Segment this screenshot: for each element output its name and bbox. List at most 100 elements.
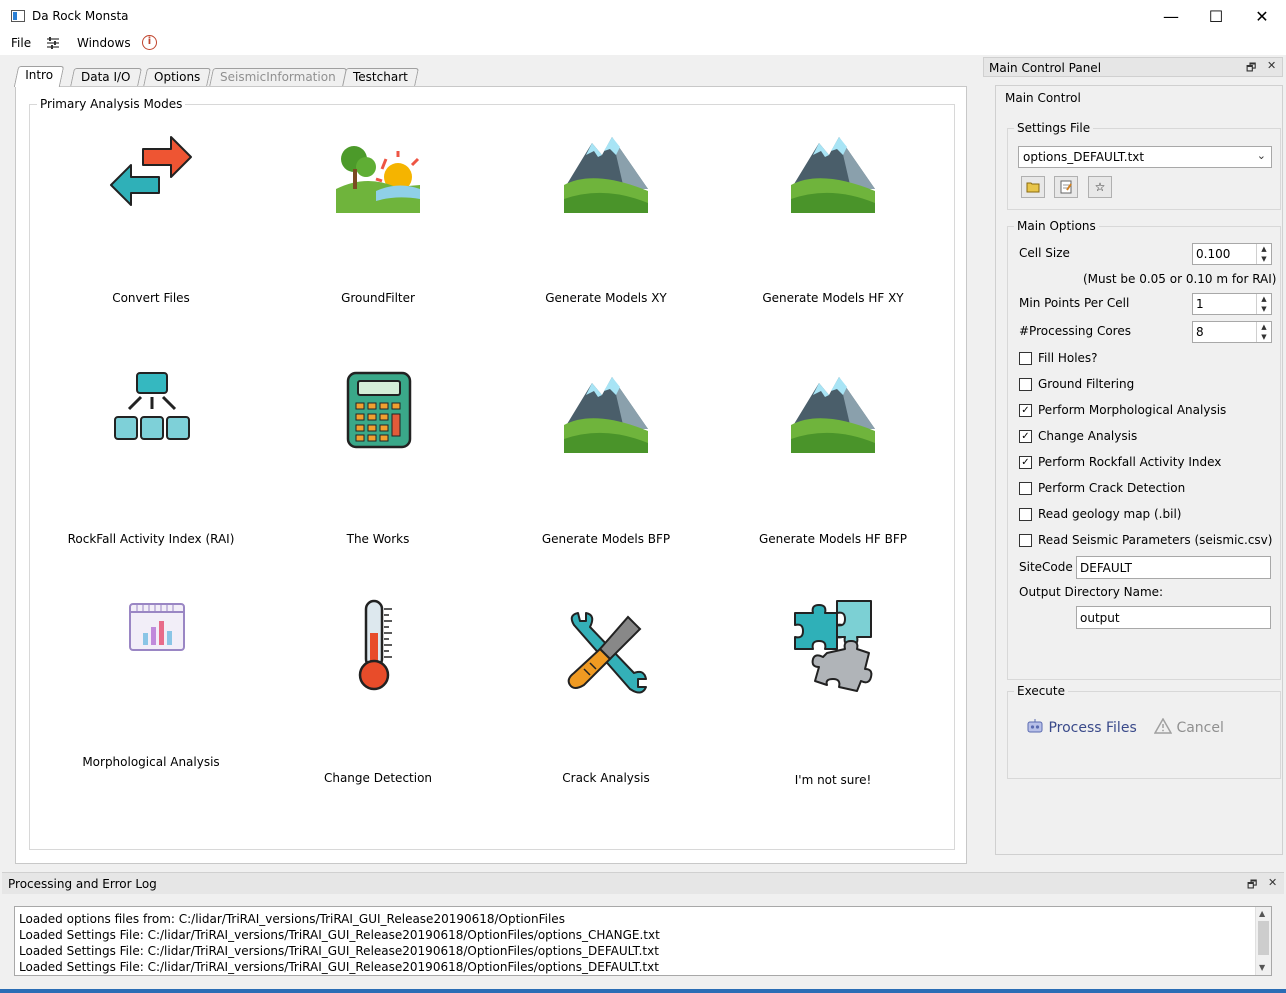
- checkbox-box[interactable]: [1019, 482, 1032, 495]
- groundfilter-tile[interactable]: GroundFilter: [278, 129, 478, 305]
- favorite-button[interactable]: ☆: [1088, 176, 1112, 198]
- output-dir-field[interactable]: [1076, 606, 1271, 629]
- tab-options[interactable]: Options: [142, 68, 212, 87]
- not-sure-tile[interactable]: I'm not sure!: [733, 600, 933, 787]
- chart-icon: [129, 603, 185, 651]
- window-title: Da Rock Monsta: [32, 9, 129, 23]
- sitecode-input[interactable]: [1077, 557, 1270, 578]
- close-button[interactable]: ✕: [1239, 0, 1285, 33]
- log-line: Loaded Settings File: C:/lidar/TriRAI_ve…: [19, 960, 659, 974]
- rai-tile[interactable]: RockFall Activity Index (RAI): [51, 369, 251, 546]
- checkbox-box[interactable]: [1019, 508, 1032, 521]
- process-files-button[interactable]: Process Files: [1026, 718, 1137, 736]
- sitecode-field[interactable]: [1076, 556, 1271, 579]
- open-folder-button[interactable]: [1021, 176, 1045, 198]
- minimize-button[interactable]: —: [1148, 0, 1194, 33]
- dock-close-icon[interactable]: ✕: [1267, 59, 1276, 72]
- change-detection-label: Change Detection: [323, 771, 433, 785]
- generate-models-bfp-label: Generate Models BFP: [541, 532, 671, 546]
- sliders-icon[interactable]: [46, 36, 60, 50]
- convert-files-tile[interactable]: Convert Files: [51, 129, 251, 305]
- chevron-down-icon: ⌄: [1256, 149, 1266, 162]
- float-icon[interactable]: 🗗: [1247, 876, 1257, 895]
- the-works-label: The Works: [346, 532, 410, 546]
- calculator-icon: [346, 371, 412, 449]
- tab-intro[interactable]: Intro: [13, 66, 65, 87]
- processing-cores-label: #Processing Cores: [1019, 324, 1131, 338]
- sitecode-label: SiteCode: [1019, 560, 1073, 574]
- tab-data-io[interactable]: Data I/O: [69, 68, 142, 87]
- spin-arrows-icon[interactable]: ▲ ▼: [1256, 322, 1271, 342]
- hierarchy-icon: [114, 372, 190, 440]
- cancel-button: Cancel: [1153, 717, 1224, 736]
- mountain-icon: [564, 137, 648, 213]
- execute-group: Execute Process Files Cancel: [1007, 684, 1281, 779]
- menu-bar: File Windows i: [0, 33, 1286, 55]
- log-scrollbar[interactable]: ▲ ▼: [1255, 907, 1271, 975]
- cell-size-label: Cell Size: [1019, 246, 1070, 260]
- checkbox-box[interactable]: ✓: [1019, 404, 1032, 417]
- checkbox-label: Perform Crack Detection: [1038, 481, 1186, 495]
- crack-analysis-tile[interactable]: Crack Analysis: [506, 603, 706, 785]
- dock-header: Main Control Panel 🗗 ✕: [983, 57, 1283, 77]
- scroll-thumb[interactable]: [1258, 921, 1269, 955]
- log-line: Loaded options files from: C:/lidar/TriR…: [19, 912, 565, 926]
- folder-icon: [1026, 182, 1040, 193]
- log-textarea[interactable]: Loaded options files from: C:/lidar/TriR…: [14, 906, 1272, 976]
- settings-file-title: Settings File: [1014, 121, 1094, 135]
- log-line: Loaded Settings File: C:/lidar/TriRAI_ve…: [19, 944, 659, 958]
- log-close-icon[interactable]: ✕: [1268, 876, 1277, 889]
- checkbox-box[interactable]: [1019, 534, 1032, 547]
- not-sure-label: I'm not sure!: [794, 773, 872, 787]
- checkbox-box[interactable]: [1019, 352, 1032, 365]
- morphological-analysis-tile[interactable]: Morphological Analysis: [51, 603, 251, 778]
- main-control-title: Main Control: [1005, 91, 1081, 105]
- star-icon: ☆: [1094, 180, 1106, 194]
- log-line: Loaded Settings File: C:/lidar/TriRAI_ve…: [19, 928, 660, 942]
- output-dir-input[interactable]: [1077, 607, 1270, 628]
- cell-size-note: (Must be 0.05 or 0.10 m for RAI): [1083, 272, 1277, 286]
- checkbox-box[interactable]: ✓: [1019, 456, 1032, 469]
- crack-analysis-label: Crack Analysis: [562, 771, 650, 785]
- generate-models-xy-tile[interactable]: Generate Models XY: [506, 129, 706, 305]
- generate-models-hf-bfp-tile[interactable]: Generate Models HF BFP: [733, 369, 933, 546]
- spin-arrows-icon[interactable]: ▲ ▼: [1256, 244, 1271, 264]
- scroll-up-icon[interactable]: ▲: [1259, 909, 1265, 918]
- cell-size-spinbox[interactable]: 0.100 ▲ ▼: [1192, 243, 1272, 265]
- menu-windows[interactable]: Windows: [77, 36, 131, 50]
- process-files-label: Process Files: [1048, 720, 1137, 736]
- generate-models-bfp-tile[interactable]: Generate Models BFP: [506, 369, 706, 546]
- main-options-title: Main Options: [1014, 219, 1099, 233]
- the-works-tile[interactable]: The Works: [278, 369, 478, 546]
- thermometer-icon: [358, 599, 392, 691]
- info-icon[interactable]: i: [142, 35, 157, 50]
- generate-models-hf-xy-label: Generate Models HF XY: [762, 291, 904, 305]
- tab-testchart[interactable]: Testchart: [341, 68, 419, 87]
- main-options-group: Main Options Cell Size 0.100 ▲ ▼ (Must be…: [1007, 219, 1281, 680]
- generate-models-hf-xy-tile[interactable]: Generate Models HF XY: [733, 129, 933, 305]
- spin-arrows-icon[interactable]: ▲ ▼: [1256, 294, 1271, 314]
- robot-icon: [1027, 719, 1043, 733]
- maximize-button[interactable]: ☐: [1193, 0, 1239, 33]
- change-detection-tile[interactable]: Change Detection: [278, 599, 478, 785]
- scroll-down-icon[interactable]: ▼: [1259, 963, 1265, 972]
- cell-size-value: 0.100: [1196, 247, 1231, 261]
- float-icon[interactable]: 🗗: [1246, 59, 1256, 78]
- processing-cores-spinbox[interactable]: 8 ▲ ▼: [1192, 321, 1272, 343]
- edit-file-button[interactable]: [1054, 176, 1078, 198]
- main-control-panel: Main Control Panel 🗗 ✕ Main Control Sett…: [983, 57, 1283, 857]
- puzzle-icon: [794, 600, 873, 692]
- primary-analysis-modes-group: Primary Analysis Modes Convert Files Gro…: [29, 97, 955, 850]
- menu-file[interactable]: File: [11, 36, 31, 50]
- checkbox-label: Change Analysis: [1038, 429, 1138, 443]
- settings-file-select[interactable]: options_DEFAULT.txt ⌄: [1018, 146, 1272, 168]
- checkbox-label: Perform Morphological Analysis: [1038, 403, 1227, 417]
- app-icon: [11, 10, 25, 22]
- generate-models-xy-label: Generate Models XY: [545, 291, 667, 305]
- convert-files-label: Convert Files: [112, 291, 190, 305]
- mountain-icon: [791, 377, 875, 453]
- checkbox-box[interactable]: ✓: [1019, 430, 1032, 443]
- morphological-analysis-label: Morphological Analysis: [82, 755, 220, 769]
- checkbox-box[interactable]: [1019, 378, 1032, 391]
- min-points-spinbox[interactable]: 1 ▲ ▼: [1192, 293, 1272, 315]
